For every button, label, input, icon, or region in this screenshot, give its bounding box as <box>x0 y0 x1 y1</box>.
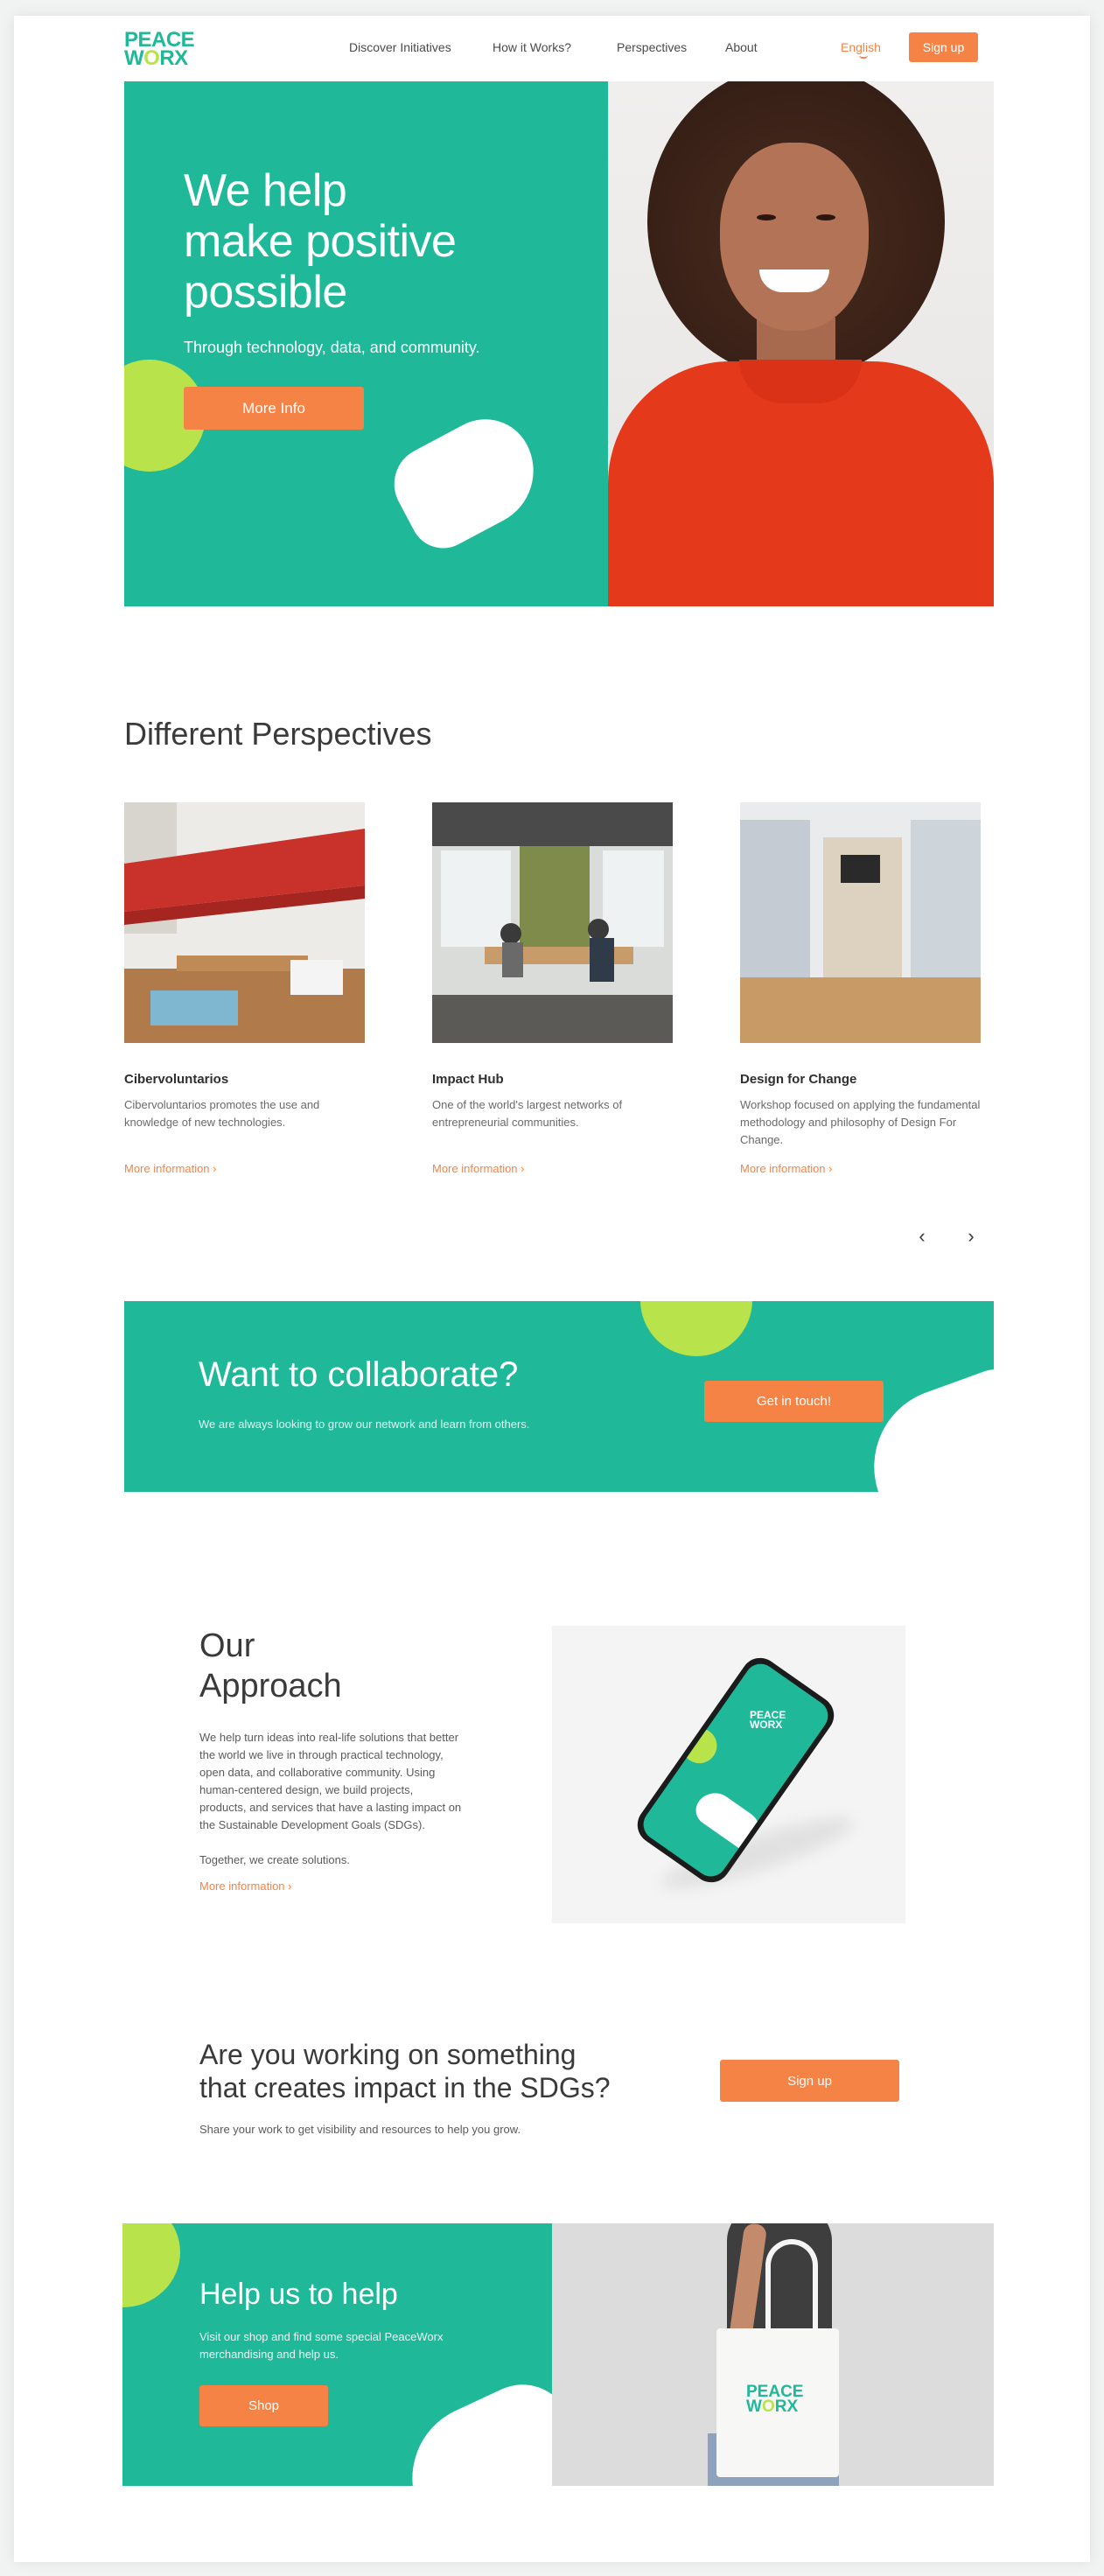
header-signup-button[interactable]: Sign up <box>909 32 978 62</box>
card-image-impact-hub[interactable] <box>432 802 673 1043</box>
collaborate-title: Want to collaborate? <box>199 1355 519 1394</box>
approach-tagline: Together, we create solutions. <box>199 1853 350 1866</box>
hero-photo <box>608 81 994 606</box>
collaborate-banner: Want to collaborate? We are always looki… <box>124 1301 994 1492</box>
logo-line2: WORX <box>124 46 188 70</box>
nav-discover-initiatives[interactable]: Discover Initiatives <box>349 40 451 54</box>
card-link-cibervoluntarios[interactable]: More information › <box>124 1162 216 1175</box>
nav-about[interactable]: About <box>725 40 758 54</box>
approach-text: We help turn ideas into real-life soluti… <box>199 1729 462 1895</box>
sdg-signup-button[interactable]: Sign up <box>720 2060 899 2102</box>
page: PEACE WORX Discover Initiatives How it W… <box>14 16 1090 2562</box>
card-desc-design-for-change: Workshop focused on applying the fundame… <box>740 1098 981 1146</box>
card-image-design-for-change[interactable] <box>740 802 981 1043</box>
sdg-text: Share your work to get visibility and re… <box>199 2123 521 2136</box>
nav-how-it-works[interactable]: How it Works? <box>493 40 571 54</box>
bag-logo: PEACE WORX <box>746 2383 804 2416</box>
phone-mockup-image: PEACE WORX <box>552 1626 905 1923</box>
card-image-cibervoluntarios[interactable] <box>124 802 365 1043</box>
sdg-title: Are you working on something that creates… <box>199 2039 611 2104</box>
language-selector[interactable]: English <box>841 40 881 54</box>
help-banner: Help us to help Visit our shop and find … <box>122 2223 552 2486</box>
carousel-prev-arrow-icon[interactable]: ‹ <box>912 1225 933 1247</box>
carousel-next-arrow-icon[interactable]: › <box>961 1225 982 1247</box>
lime-circle-decoration <box>640 1301 752 1356</box>
approach-paragraph: We help turn ideas into real-life soluti… <box>199 1731 462 1831</box>
card-title-cibervoluntarios: Cibervoluntarios <box>124 1072 229 1087</box>
card-link-impact-hub[interactable]: More information › <box>432 1162 524 1175</box>
language-caret-icon <box>859 55 868 59</box>
tote-bag-photo: PEACE WORX <box>552 2223 994 2486</box>
card-link-design-for-change[interactable]: More information › <box>740 1162 832 1175</box>
collaborate-text: We are always looking to grow our networ… <box>199 1418 530 1431</box>
white-blob-decoration <box>851 1359 994 1492</box>
hero-title: We help make positive possible <box>184 165 457 318</box>
white-blob-decoration <box>388 2368 552 2486</box>
hero-banner: We help make positive possible Through tec… <box>124 81 608 606</box>
perspectives-heading: Different Perspectives <box>124 716 432 752</box>
shop-button[interactable]: Shop <box>199 2385 328 2426</box>
help-text: Visit our shop and find some special Pea… <box>199 2330 444 2361</box>
white-swoosh-decoration <box>381 402 554 560</box>
approach-link[interactable]: More information › <box>199 1878 462 1895</box>
card-desc-cibervoluntarios: Cibervoluntarios promotes the use and kn… <box>124 1098 320 1129</box>
lime-circle-decoration <box>122 2223 180 2307</box>
more-info-button[interactable]: More Info <box>184 387 364 430</box>
brand-logo[interactable]: PEACE WORX <box>124 30 198 70</box>
phone-logo: PEACE WORX <box>749 1708 786 1731</box>
get-in-touch-button[interactable]: Get in touch! <box>704 1381 884 1422</box>
nav-perspectives[interactable]: Perspectives <box>617 40 687 54</box>
card-desc-impact-hub: One of the world's largest networks of e… <box>432 1098 623 1129</box>
card-title-impact-hub: Impact Hub <box>432 1072 504 1087</box>
hero-subtitle: Through technology, data, and community. <box>184 339 480 356</box>
help-title: Help us to help <box>199 2278 398 2311</box>
card-title-design-for-change: Design for Change <box>740 1072 857 1087</box>
approach-title: Our Approach <box>199 1628 342 1704</box>
